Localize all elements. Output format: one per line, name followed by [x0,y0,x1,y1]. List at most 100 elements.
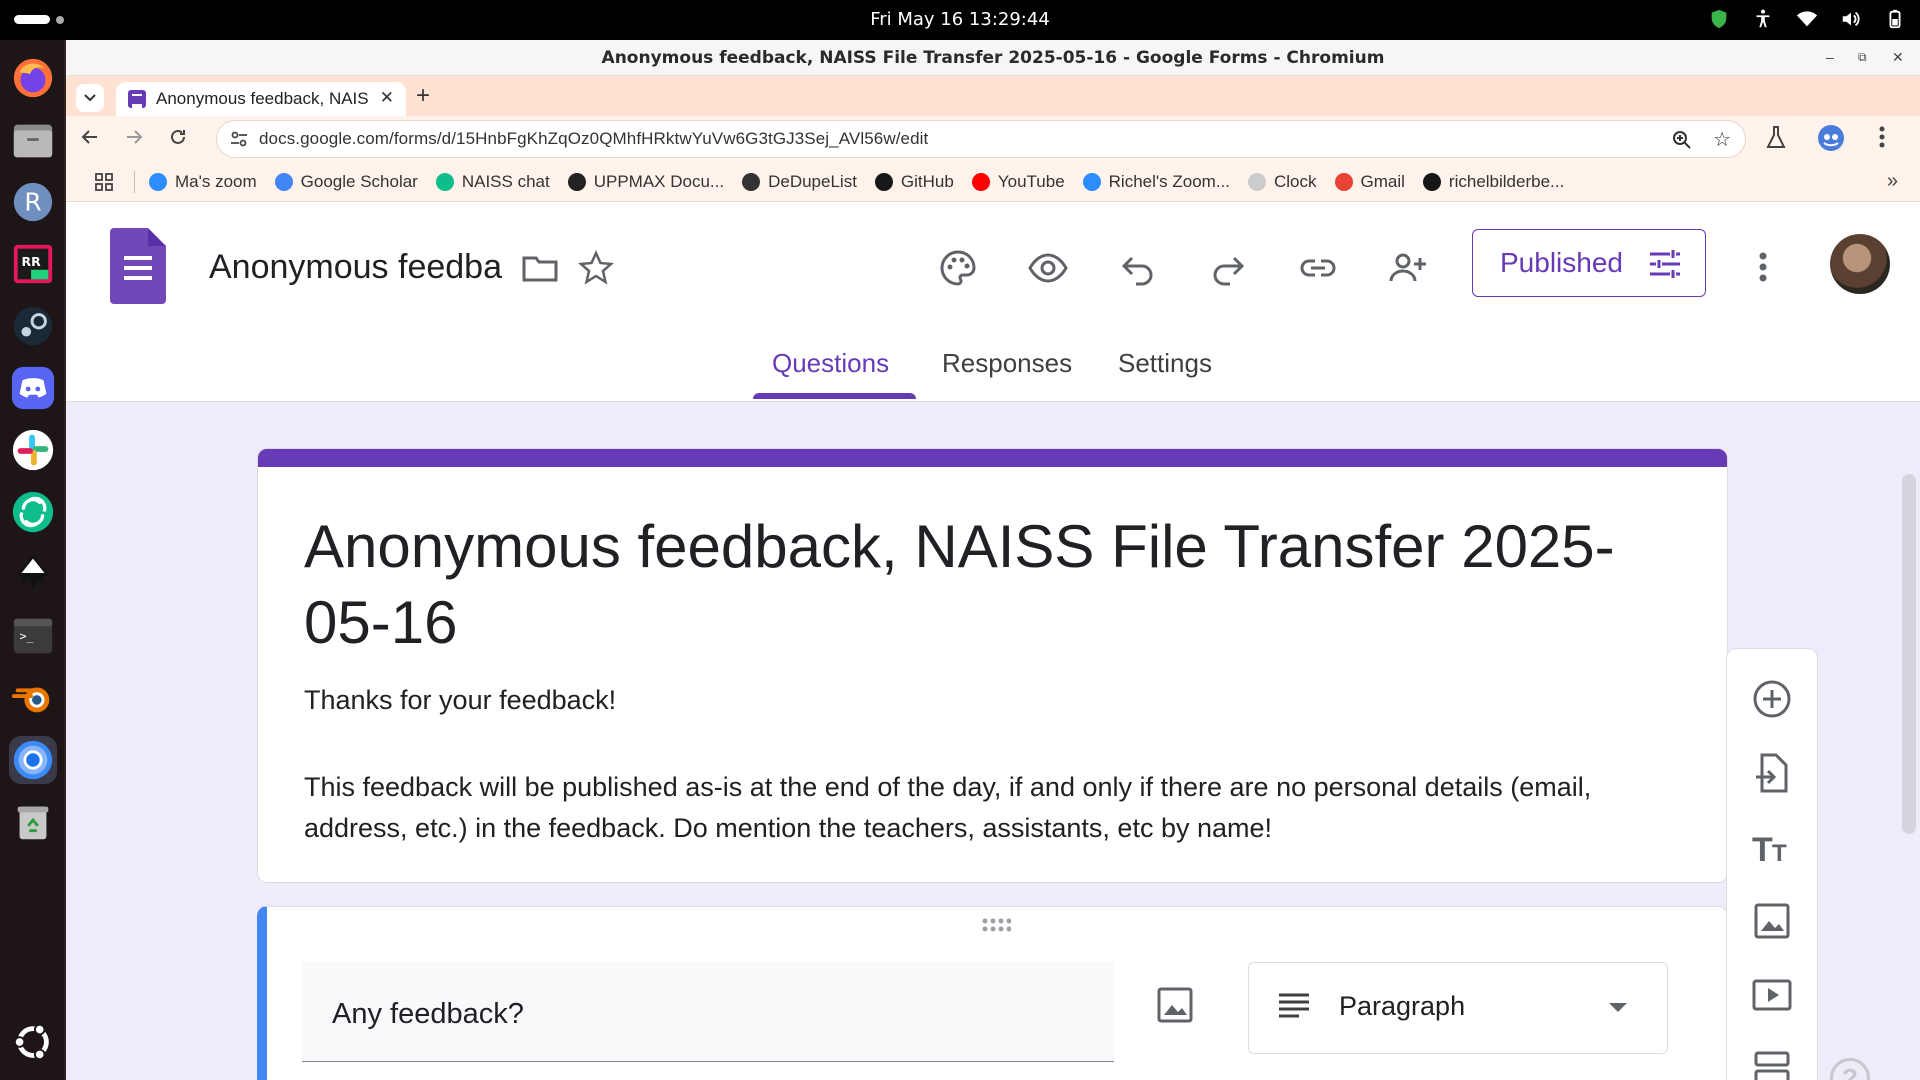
wifi-icon[interactable] [1796,8,1818,30]
trash-icon[interactable] [9,798,57,846]
folder-icon[interactable] [518,246,562,290]
window-titlebar[interactable]: Anonymous feedback, NAISS File Transfer … [66,40,1920,76]
new-tab-button[interactable]: + [416,82,430,110]
bookmark-item[interactable]: Richel's Zoom... [1082,172,1230,192]
bookmark-item[interactable]: Clock [1248,172,1317,192]
inkscape-icon[interactable] [9,550,57,598]
system-clock[interactable]: Fri May 16 13:29:44 [0,9,1920,30]
more-options-icon[interactable] [1758,250,1768,289]
bookmark-item[interactable]: NAISS chat [435,172,550,192]
element-icon[interactable] [9,488,57,536]
question-card[interactable]: Any feedback? Paragraph [257,906,1728,1080]
question-type-dropdown[interactable]: Paragraph [1248,962,1668,1054]
tab-strip: Anonymous feedback, NAISS File Transfer … [66,76,1920,116]
add-section-icon[interactable] [1750,1047,1794,1080]
import-questions-icon[interactable] [1750,751,1794,795]
palette-icon[interactable] [936,246,980,290]
bookmark-item[interactable]: Google Scholar [274,171,418,192]
bookmark-item[interactable]: YouTube [971,172,1065,192]
firefox-icon[interactable] [9,54,57,102]
add-video-icon[interactable] [1750,973,1794,1017]
rstudio-icon[interactable]: RR [9,240,57,288]
add-collaborator-icon[interactable] [1386,246,1430,290]
dock: R RR >_ [0,40,66,1080]
form-title-card[interactable]: Anonymous feedback, NAISS File Transfer … [257,448,1728,883]
tab-search-button[interactable] [76,84,104,112]
minimize-icon[interactable]: – [1826,49,1834,65]
form-title[interactable]: Anonymous feedback, NAISS File Transfer … [304,509,1684,661]
dedupe-icon [742,172,761,191]
bookmark-item[interactable]: DeDupeList [742,172,857,192]
bookmark-item[interactable]: UPPMAX Docu... [567,172,724,192]
bookmark-item[interactable]: GitHub [874,172,954,192]
form-description-line1[interactable]: Thanks for your feedback! [304,685,616,716]
discord-icon[interactable] [9,364,57,412]
bookmarks-overflow-icon[interactable]: » [1887,170,1898,193]
google-forms-logo-icon[interactable] [110,228,166,304]
profile-button[interactable] [1816,123,1846,158]
browser-tab-forms[interactable]: Anonymous feedback, NAISS File Transfer … [116,82,406,116]
accessibility-icon[interactable] [1752,8,1774,30]
published-button[interactable]: Published [1472,229,1706,297]
tab-questions[interactable]: Questions [772,348,889,379]
tab-responses[interactable]: Responses [942,348,1072,379]
forms-tabs: Questions Responses Settings [66,330,1920,402]
maximize-icon[interactable]: ⧉ [1858,50,1867,65]
bookmark-label: Ma's zoom [175,171,257,191]
account-avatar[interactable] [1830,234,1890,294]
star-icon[interactable] [574,246,618,290]
chromium-icon[interactable] [9,736,57,784]
shield-icon[interactable] [1708,8,1730,30]
close-window-icon[interactable]: ✕ [1892,49,1904,66]
reload-button[interactable] [168,127,188,153]
preview-eye-icon[interactable] [1026,246,1070,290]
terminal-icon[interactable]: >_ [9,612,57,660]
battery-icon[interactable] [1884,8,1906,30]
bookmark-label: Clock [1274,171,1317,191]
bookmark-item[interactable]: Ma's zoom [149,172,257,192]
blender-icon[interactable] [9,674,57,722]
question-title-input[interactable]: Any feedback? [302,962,1114,1062]
ubuntu-apps-icon[interactable] [9,1018,57,1066]
add-title-icon[interactable]: TT [1750,825,1794,869]
bookmark-star-icon[interactable]: ☆ [1713,127,1731,152]
slack-icon[interactable] [9,426,57,474]
question-toolbar: TT [1726,648,1818,1080]
drag-handle-icon[interactable] [981,917,1011,933]
close-tab-icon[interactable]: ✕ [380,88,394,108]
apps-grid-icon[interactable] [94,172,114,192]
link-icon[interactable] [1296,246,1340,290]
system-tray[interactable] [1708,8,1906,30]
svg-text:T: T [1752,831,1773,869]
redo-icon[interactable] [1206,246,1250,290]
steam-icon[interactable] [9,302,57,350]
tab-settings[interactable]: Settings [1118,348,1212,379]
undo-icon[interactable] [1116,246,1160,290]
labs-icon[interactable] [1764,124,1788,157]
tab-label: Anonymous feedback, NAISS File Transfer … [156,89,368,108]
browser-menu-icon[interactable] [1878,124,1886,155]
page-scrollbar[interactable] [1902,474,1916,834]
form-description-line2[interactable]: This feedback will be published as-is at… [304,767,1694,849]
url-text[interactable]: docs.google.com/forms/d/15HnbFgKhZqOz0QM… [259,129,928,149]
browser-toolbar: docs.google.com/forms/d/15HnbFgKhZqOz0QM… [66,116,1920,162]
bookmarks-separator [134,170,135,193]
back-button[interactable] [80,127,100,153]
r-lang-icon[interactable]: R [9,178,57,226]
bookmark-item[interactable]: Gmail [1334,172,1405,192]
bookmark-label: Google Scholar [300,171,418,191]
address-bar[interactable]: docs.google.com/forms/d/15HnbFgKhZqOz0QM… [216,120,1746,158]
zoom-icon[interactable] [1671,129,1693,151]
forms-editor-page: Anonymous feedba Published Questions Res… [66,202,1920,1080]
add-image-icon[interactable] [1750,899,1794,943]
docs-icon [567,172,586,191]
document-title[interactable]: Anonymous feedba [209,248,502,287]
help-icon[interactable]: ? [1830,1058,1870,1080]
site-info-icon[interactable] [229,129,249,149]
files-icon[interactable] [9,116,57,164]
forward-button[interactable] [124,127,144,153]
bookmark-item[interactable]: richelbilderbe... [1422,172,1564,192]
add-image-to-question-icon[interactable] [1155,985,1195,1025]
volume-icon[interactable] [1840,8,1862,30]
add-question-icon[interactable] [1750,677,1794,721]
